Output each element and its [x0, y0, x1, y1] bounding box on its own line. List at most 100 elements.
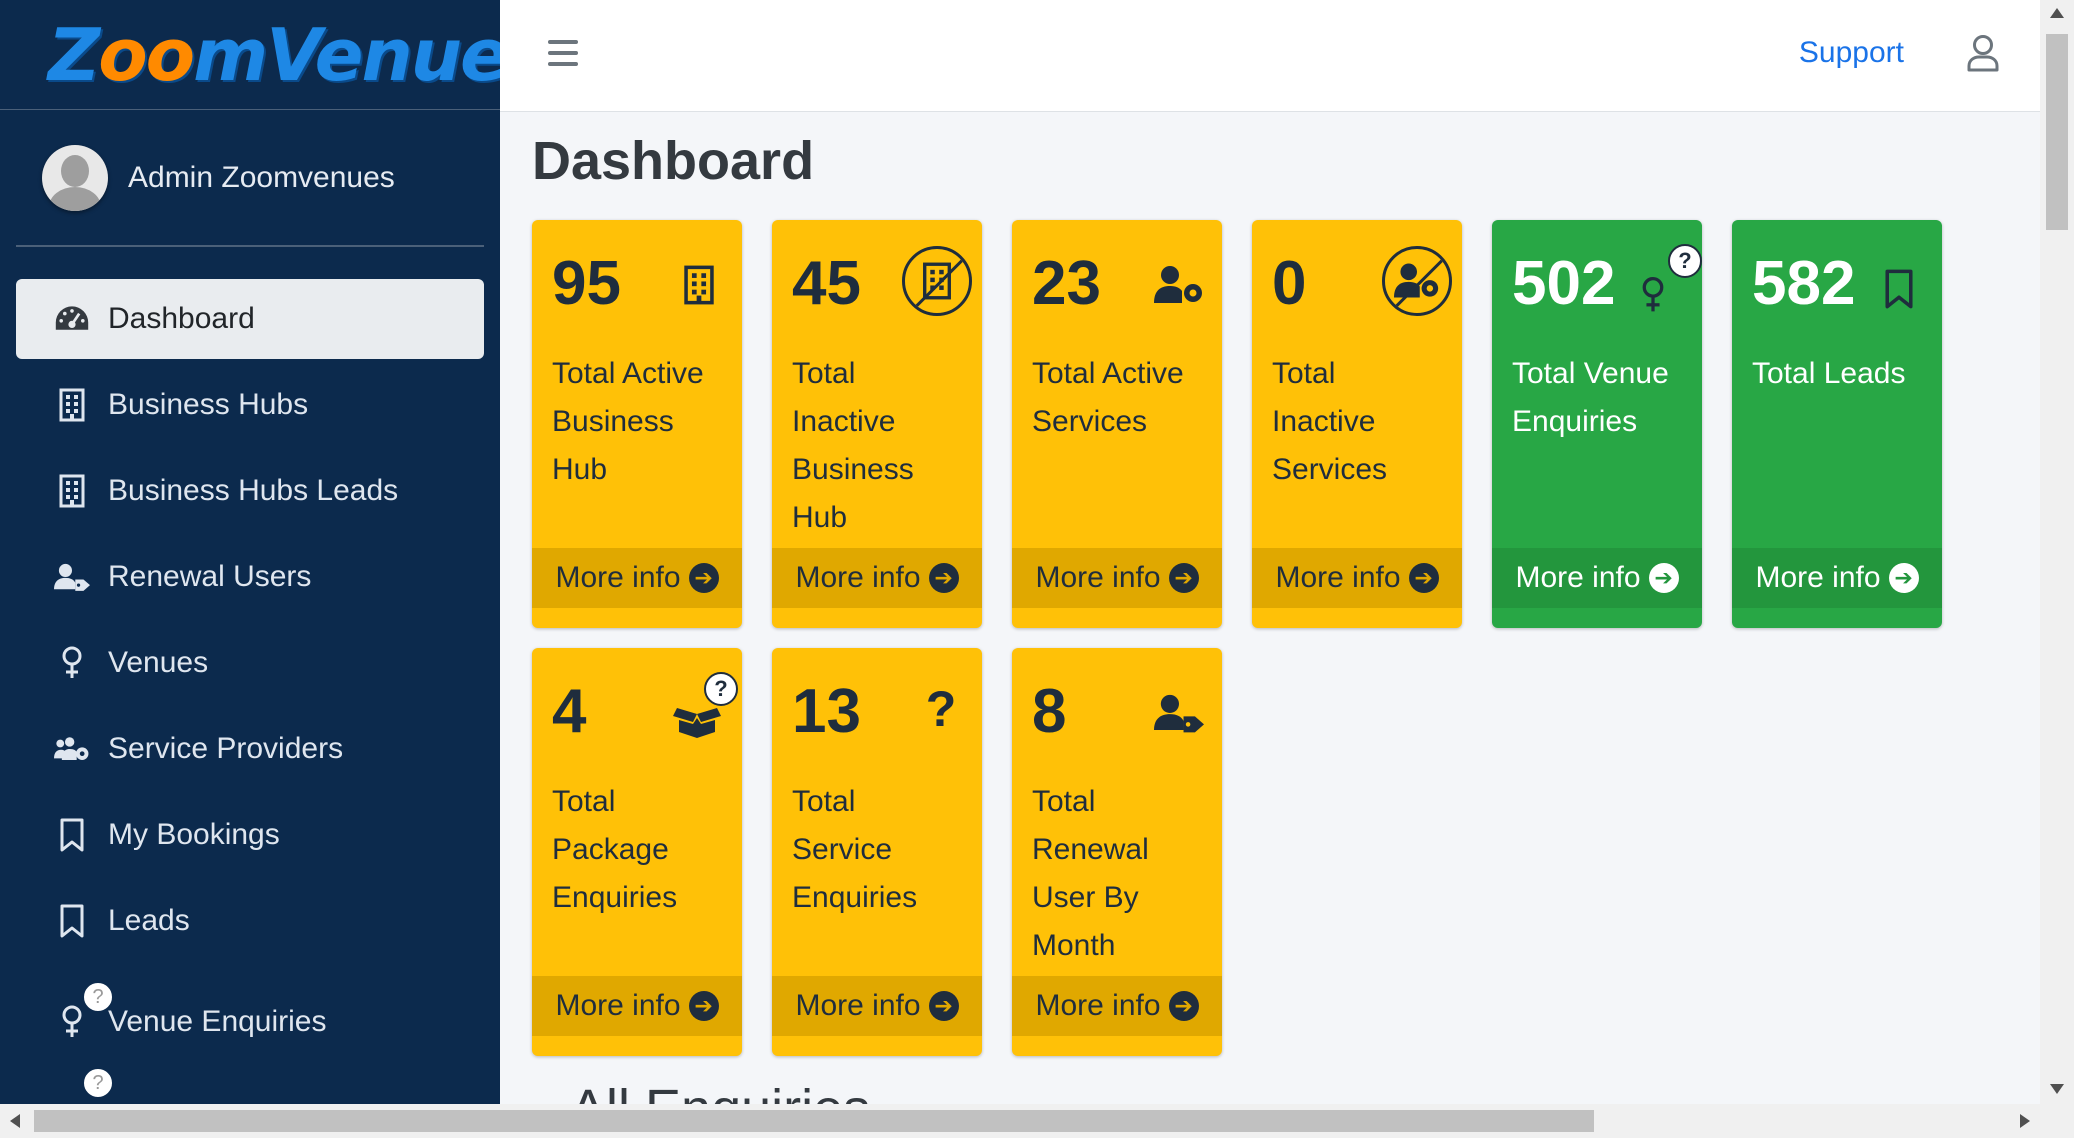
page-title: Dashboard [532, 131, 815, 191]
more-info-link[interactable]: More info ➔ [1012, 976, 1222, 1036]
card-value: 4 [552, 677, 587, 746]
avatar [42, 144, 108, 211]
logo-text-z: Z [48, 12, 100, 97]
question-badge-icon: ? [82, 981, 114, 1013]
scroll-thumb[interactable] [34, 1110, 1594, 1132]
stats-cards: 95 Total Active Business Hub More info ➔ … [532, 220, 1992, 1076]
support-link[interactable]: Support [1799, 36, 1904, 70]
stat-card-renewal-user-by-month: 8 Total Renewal User By Month More info ➔ [1012, 648, 1222, 1056]
sidebar-item-my-bookings[interactable]: My Bookings [16, 795, 484, 875]
card-label: Total Venue Enquiries [1512, 357, 1669, 438]
hamburger-menu-icon[interactable] [548, 40, 578, 68]
arrow-right-icon: ➔ [1408, 563, 1439, 593]
user-tag-icon [1154, 688, 1204, 738]
sidebar-item-dashboard[interactable]: Dashboard [16, 279, 484, 359]
more-info-label: More info [1035, 989, 1161, 1022]
tachometer-icon [54, 301, 90, 337]
user-cog-slash-icon [1382, 246, 1452, 316]
more-info-link[interactable]: More info ➔ [532, 976, 742, 1036]
sidebar-item-label: Venues [108, 646, 209, 679]
card-value: 0 [1272, 249, 1307, 318]
sidebar-item-venue-enquiries[interactable]: ? Venue Enquiries [16, 967, 484, 1047]
main-content: Dashboard 95 Total Active Business Hub M… [500, 112, 2040, 1104]
more-info-label: More info [1275, 561, 1401, 594]
sidebar-item-label: Venue Enquiries [108, 1005, 327, 1038]
scroll-up-icon[interactable] [2050, 8, 2064, 18]
sidebar-item-label: Renewal Users [108, 560, 312, 593]
card-label: Total Package Enquiries [552, 785, 678, 914]
stat-card-service-enquiries: 13 ? Total Service Enquiries More info ➔ [772, 648, 982, 1056]
arrow-right-icon: ➔ [928, 563, 959, 593]
sidebar-nav: Dashboard Business Hubs Business Hubs Le… [0, 247, 500, 1104]
building-icon [54, 473, 90, 509]
user-name: Admin Zoomvenues [128, 160, 395, 194]
sidebar-item-venues[interactable]: Venues [16, 623, 484, 703]
card-label: Total Inactive Services [1272, 357, 1388, 486]
scroll-down-icon[interactable] [2050, 1084, 2064, 1094]
user-cog-icon [1154, 260, 1204, 310]
user-panel[interactable]: Admin Zoomvenues [16, 110, 484, 247]
arrow-right-icon: ➔ [1648, 563, 1679, 593]
more-info-link[interactable]: More info ➔ [772, 976, 982, 1036]
sidebar-item-business-hubs-leads[interactable]: Business Hubs Leads [16, 451, 484, 531]
vertical-scrollbar[interactable] [2040, 0, 2074, 1104]
stat-card-inactive-services: 0 Total Inactive Services More info ➔ [1252, 220, 1462, 628]
horizontal-scrollbar[interactable] [0, 1104, 2074, 1138]
venus-icon [54, 645, 90, 681]
sidebar-item-label: My Bookings [108, 818, 280, 851]
card-label: Total Active Business Hub [552, 357, 704, 486]
sidebar-item-label: Service Providers [108, 732, 344, 765]
logo-text-oo: oo [98, 12, 195, 97]
more-info-link[interactable]: More info ➔ [1492, 548, 1702, 608]
sidebar-item-leads[interactable]: Leads [16, 881, 484, 961]
question-badge-icon: ? [704, 672, 738, 706]
section-title: All Enquiries [570, 1078, 870, 1104]
sidebar-item-label: Business Hubs Leads [108, 474, 399, 507]
bookmark-icon [54, 903, 90, 939]
card-value: 582 [1752, 249, 1856, 318]
question-badge-icon: ? [1668, 244, 1702, 278]
building-icon [54, 387, 90, 423]
stat-card-active-services: 23 Total Active Services More info ➔ [1012, 220, 1222, 628]
more-info-link[interactable]: More info ➔ [1732, 548, 1942, 608]
arrow-right-icon: ➔ [1168, 991, 1199, 1021]
sidebar-item-partial[interactable]: ? [16, 1053, 484, 1104]
more-info-link[interactable]: More info ➔ [1012, 548, 1222, 608]
more-info-link[interactable]: More info ➔ [1252, 548, 1462, 608]
arrow-right-icon: ➔ [688, 991, 719, 1021]
stat-card-package-enquiries: 4 ? Total Package Enquiries More info ➔ [532, 648, 742, 1056]
sidebar-item-business-hubs[interactable]: Business Hubs [16, 365, 484, 445]
sidebar-item-renewal-users[interactable]: Renewal Users [16, 537, 484, 617]
users-cog-icon [54, 731, 90, 767]
more-info-label: More info [795, 561, 921, 594]
stat-card-inactive-business-hub: 45 Total Inactive Business Hub More info… [772, 220, 982, 628]
card-label: Total Active Services [1032, 357, 1184, 438]
user-account-icon[interactable] [1966, 34, 2000, 74]
stat-card-venue-enquiries: 502 ? Total Venue Enquiries More info ➔ [1492, 220, 1702, 628]
more-info-link[interactable]: More info ➔ [532, 548, 742, 608]
sidebar-item-label: Dashboard [108, 302, 255, 335]
card-label: Total Leads [1752, 357, 1906, 390]
scroll-thumb[interactable] [2046, 34, 2068, 230]
scroll-left-icon[interactable] [10, 1114, 20, 1128]
arrow-right-icon: ➔ [928, 991, 959, 1021]
arrow-right-icon: ➔ [688, 563, 719, 593]
logo-text-rest: mVenues [193, 12, 500, 97]
card-label: Total Renewal User By Month [1032, 785, 1149, 962]
scroll-right-icon[interactable] [2020, 1114, 2030, 1128]
card-value: 23 [1032, 249, 1101, 318]
card-value: 45 [792, 249, 861, 318]
card-label: Total Inactive Business Hub [792, 357, 914, 534]
arrow-right-icon: ➔ [1888, 563, 1919, 593]
bookmark-icon [1874, 264, 1924, 314]
question-icon: ? [925, 681, 957, 737]
sidebar-item-service-providers[interactable]: Service Providers [16, 709, 484, 789]
venus-question-icon [1628, 270, 1678, 320]
more-info-label: More info [1755, 561, 1881, 594]
sidebar-item-label: Business Hubs [108, 388, 309, 421]
brand-logo[interactable]: ZoomVenues [0, 0, 500, 110]
more-info-link[interactable]: More info ➔ [772, 548, 982, 608]
stat-card-active-business-hub: 95 Total Active Business Hub More info ➔ [532, 220, 742, 628]
building-slash-icon [902, 246, 972, 316]
card-label: Total Service Enquiries [792, 785, 918, 914]
